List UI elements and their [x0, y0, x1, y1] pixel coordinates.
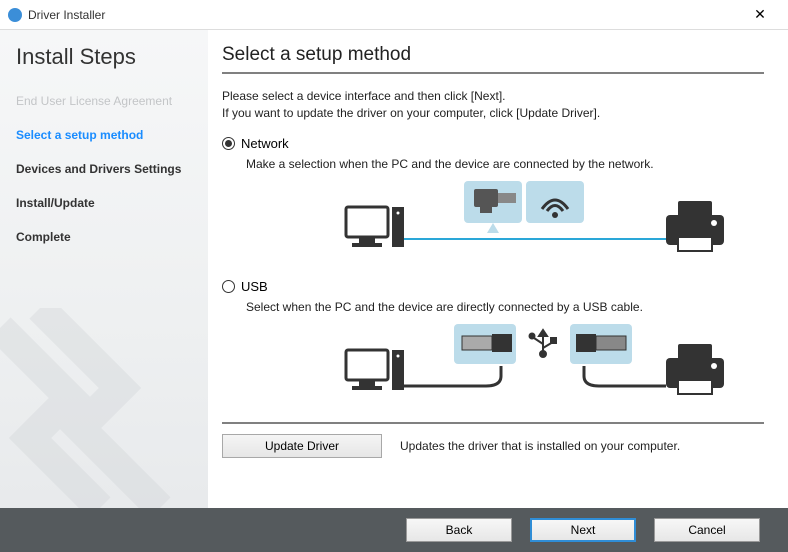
sidebar: Install Steps End User License Agreement… [0, 30, 208, 508]
sidebar-heading: Install Steps [16, 44, 196, 70]
radio-usb-label: USB [241, 279, 268, 294]
option-network: Network Make a selection when the PC and… [222, 136, 764, 269]
update-row: Update Driver Updates the driver that is… [222, 422, 764, 458]
page-heading: Select a setup method [222, 44, 764, 66]
radio-icon [222, 280, 235, 293]
radio-usb[interactable]: USB [222, 279, 764, 294]
radio-network[interactable]: Network [222, 136, 764, 151]
diagram-network [246, 179, 764, 269]
main-panel: Select a setup method Please select a de… [208, 30, 788, 508]
next-button[interactable]: Next [530, 518, 636, 542]
option-usb-desc: Select when the PC and the device are di… [246, 300, 764, 314]
intro-line-1: Please select a device interface and the… [222, 88, 764, 105]
app-icon [8, 8, 22, 22]
step-complete: Complete [16, 230, 196, 244]
intro-line-2: If you want to update the driver on your… [222, 105, 764, 122]
heading-rule [222, 72, 764, 74]
update-driver-button[interactable]: Update Driver [222, 434, 382, 458]
cancel-button[interactable]: Cancel [654, 518, 760, 542]
step-install: Install/Update [16, 196, 196, 210]
footer: Back Next Cancel [0, 508, 788, 552]
close-icon[interactable]: ✕ [740, 6, 780, 23]
radio-network-label: Network [241, 136, 289, 151]
option-usb: USB Select when the PC and the device ar… [222, 279, 764, 412]
intro-text: Please select a device interface and the… [222, 88, 764, 122]
step-eula: End User License Agreement [16, 94, 196, 108]
option-network-desc: Make a selection when the PC and the dev… [246, 157, 764, 171]
radio-icon [222, 137, 235, 150]
diagram-usb [246, 322, 764, 412]
window-title: Driver Installer [28, 8, 740, 22]
back-button[interactable]: Back [406, 518, 512, 542]
step-setup-method: Select a setup method [16, 128, 196, 142]
title-bar: Driver Installer ✕ [0, 0, 788, 30]
step-devices: Devices and Drivers Settings [16, 162, 196, 176]
update-driver-desc: Updates the driver that is installed on … [400, 439, 680, 453]
sidebar-decoration [0, 308, 208, 508]
